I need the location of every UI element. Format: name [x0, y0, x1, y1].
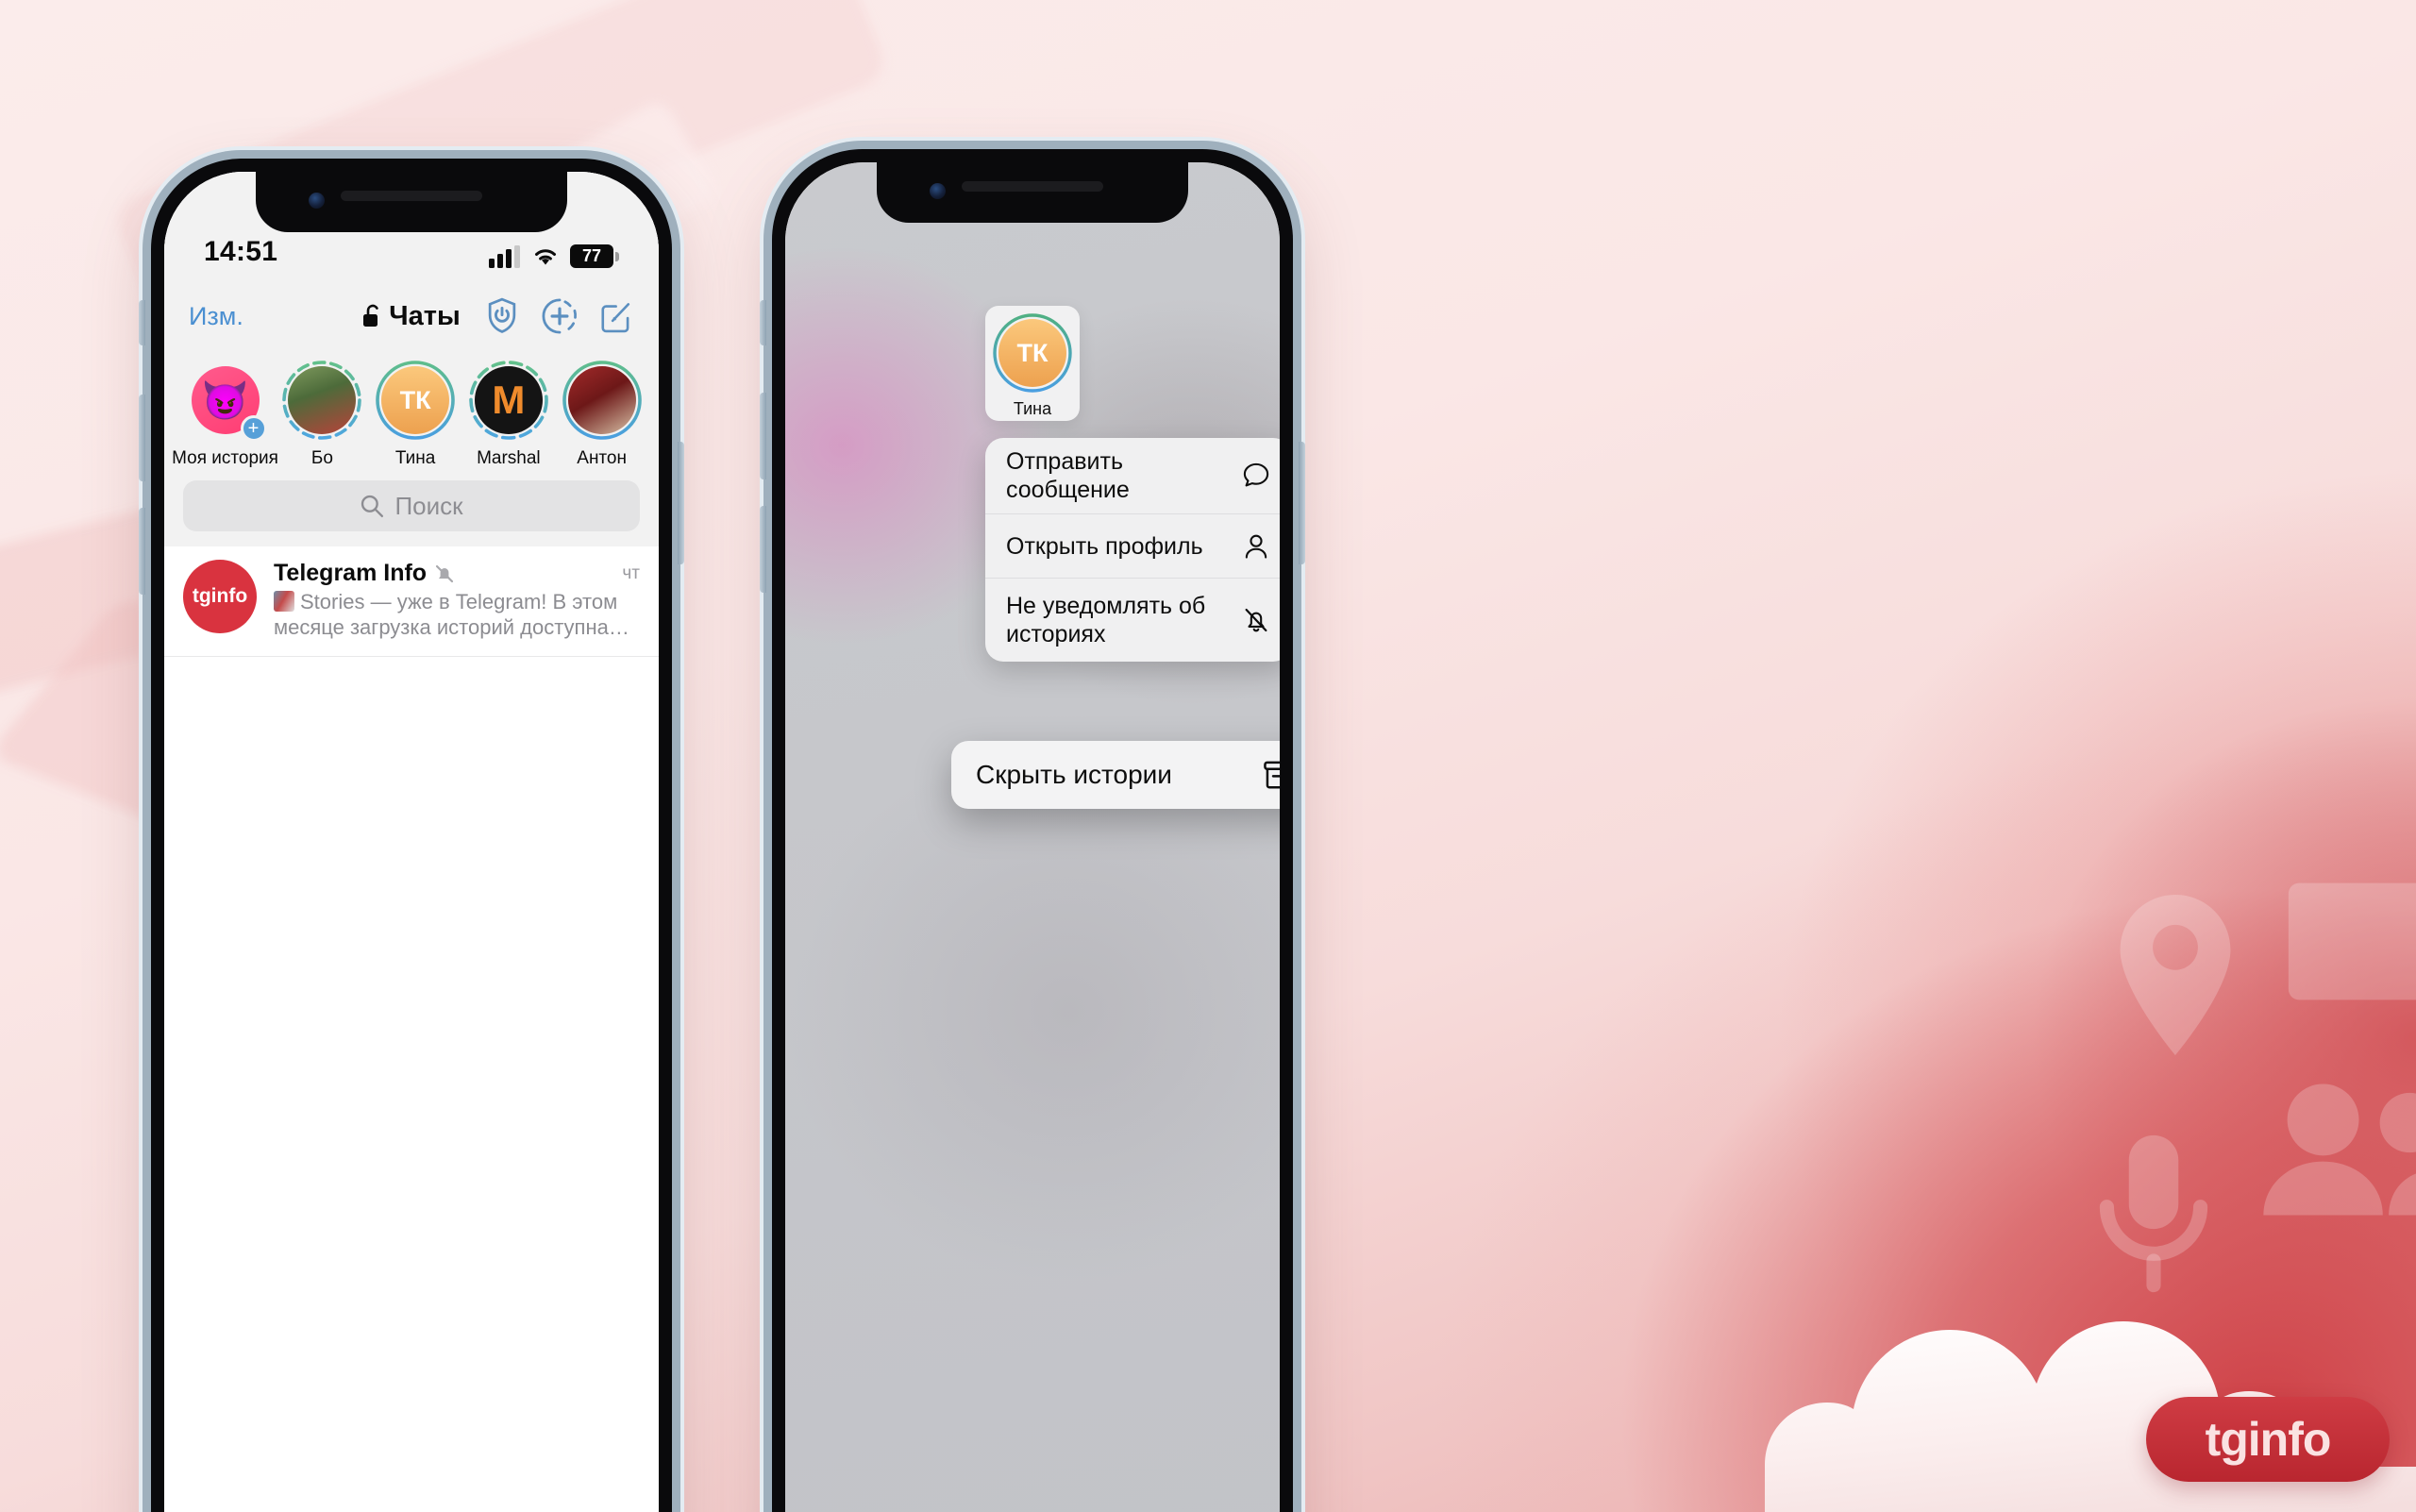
- bell-slash-icon: [1245, 608, 1267, 632]
- front-camera: [309, 193, 325, 209]
- story-item-tina[interactable]: ТК Тина: [372, 361, 460, 469]
- wifi-icon: [535, 248, 556, 264]
- volume-up-button-right[interactable]: [760, 393, 766, 479]
- story-label: Антон: [577, 448, 627, 468]
- story-item-my-story[interactable]: 😈 + Моя история: [172, 361, 278, 469]
- right-phone-screen: ТК Тина Отправить сообщение Открыть проф…: [785, 162, 1280, 1512]
- story-item-anton[interactable]: Антон: [558, 361, 646, 469]
- chat-timestamp: чт: [622, 563, 640, 583]
- story-label: Моя история: [172, 448, 278, 468]
- avatar: tginfo: [183, 560, 257, 633]
- mute-switch[interactable]: [139, 300, 145, 345]
- avatar: [288, 366, 357, 434]
- right-phone-device: ТК Тина Отправить сообщение Открыть проф…: [760, 149, 1305, 1512]
- story-ring: ТК: [992, 312, 1073, 394]
- battery-percent: 77: [581, 246, 602, 265]
- chat-list-item[interactable]: tginfo Telegram Info чт Stories — уже в …: [164, 546, 659, 657]
- battery-icon: 77: [570, 244, 619, 268]
- search-input[interactable]: Поиск: [183, 480, 640, 531]
- story-ring: 😈 +: [186, 361, 267, 442]
- volume-up-button[interactable]: [139, 395, 145, 481]
- notch: [877, 162, 1188, 223]
- context-menu: Отправить сообщение Открыть профиль Не у…: [985, 438, 1280, 662]
- context-menu-item-send-message[interactable]: Отправить сообщение: [985, 438, 1280, 514]
- avatar: M: [474, 366, 543, 434]
- context-menu-item-label: Открыть профиль: [1006, 532, 1203, 560]
- chat-bubble-icon: [1243, 462, 1269, 487]
- compose-icon[interactable]: [600, 299, 634, 333]
- avatar: [567, 366, 636, 434]
- tginfo-logo: tginfo: [2146, 1397, 2390, 1482]
- chat-item-body: Telegram Info чт Stories — уже в Telegra…: [274, 560, 640, 641]
- avatar: ТК: [381, 366, 450, 434]
- front-camera: [930, 183, 946, 199]
- unlocked-padlock-icon: [363, 304, 378, 327]
- left-phone-screen: 14:51 77 Изм. Чаты 😈 + Моя история Бо ТК…: [164, 172, 659, 1512]
- page-title-text: Чаты: [389, 300, 461, 331]
- chat-item-header: Telegram Info чт: [274, 560, 640, 587]
- status-bar-time: 14:51: [204, 236, 278, 267]
- notch: [256, 172, 567, 232]
- volume-down-button[interactable]: [139, 508, 145, 595]
- chat-name: Telegram Info: [274, 560, 428, 586]
- earpiece-speaker: [341, 191, 482, 201]
- context-menu-item-label: Скрыть истории: [976, 760, 1172, 789]
- selected-story-label: Тина: [1013, 399, 1052, 418]
- context-menu-screen: ТК Тина Отправить сообщение Открыть проф…: [785, 162, 1280, 1512]
- story-label: Тина: [394, 448, 436, 468]
- selected-story-card[interactable]: ТК Тина: [985, 306, 1080, 421]
- avatar-text: tginfo: [192, 585, 248, 607]
- preview-thumbnail: [274, 591, 294, 612]
- volume-down-button-right[interactable]: [760, 506, 766, 593]
- power-button[interactable]: [678, 442, 684, 564]
- search-container: Поиск: [164, 479, 659, 546]
- avatar-initials: ТК: [1016, 338, 1049, 367]
- status-bar-indicators: 77: [489, 244, 619, 268]
- add-story-plus-icon[interactable]: +: [240, 415, 267, 442]
- location-pin-icon: [2120, 895, 2231, 1055]
- story-ring: [562, 361, 642, 440]
- story-item-marshal[interactable]: M Marshal: [465, 361, 553, 469]
- add-contact-icon[interactable]: [542, 298, 578, 334]
- story-item-bo[interactable]: Бо: [278, 361, 366, 469]
- context-menu-item-label: Не уведомлять об историях: [1006, 593, 1206, 647]
- search-placeholder: Поиск: [394, 491, 463, 520]
- shield-power-icon[interactable]: [485, 297, 519, 335]
- context-menu-item-label: Отправить сообщение: [1006, 448, 1130, 503]
- cellular-bars-icon: [489, 244, 520, 268]
- navigation-bar: Изм. Чаты: [164, 277, 659, 355]
- left-phone-device: 14:51 77 Изм. Чаты 😈 + Моя история Бо ТК…: [139, 159, 684, 1512]
- earpiece-speaker: [962, 181, 1103, 192]
- chat-preview-text: Stories — уже в Telegram! В этом месяце …: [274, 590, 618, 639]
- story-ring: M: [469, 361, 548, 440]
- context-menu-item-mute-stories[interactable]: Не уведомлять об историях: [985, 579, 1280, 662]
- chat-list: tginfo Telegram Info чт Stories — уже в …: [164, 546, 659, 1512]
- person-icon: [1245, 534, 1267, 559]
- nav-actions: [485, 297, 634, 335]
- mute-switch-right[interactable]: [760, 300, 766, 345]
- story-ring: ТК: [376, 361, 455, 440]
- story-label: Бо: [310, 448, 333, 468]
- story-label: Marshal: [477, 448, 541, 468]
- people-group-icon: [2263, 1084, 2416, 1216]
- muted-bell-icon: [435, 564, 454, 582]
- avatar-initials: ТК: [399, 385, 431, 414]
- tginfo-logo-text: tginfo: [2205, 1413, 2332, 1466]
- telegram-chats-screen: 14:51 77 Изм. Чаты 😈 + Моя история Бо ТК…: [164, 172, 659, 1512]
- stories-row: 😈 + Моя история Бо ТК Тина M Marshal Ант…: [164, 355, 659, 479]
- archive-box-icon: [1264, 761, 1280, 789]
- edit-button[interactable]: Изм.: [189, 302, 243, 331]
- context-menu-item-open-profile[interactable]: Открыть профиль: [985, 514, 1280, 579]
- chat-preview: Stories — уже в Telegram! В этом месяце …: [274, 590, 640, 641]
- avatar: ТК: [998, 319, 1066, 387]
- avatar-initials: M: [492, 378, 526, 422]
- story-ring: [282, 361, 362, 440]
- power-button-right[interactable]: [1299, 442, 1305, 564]
- screenshot-root: 14:51 77 Изм. Чаты 😈 + Моя история Бо ТК…: [0, 0, 2416, 1512]
- context-menu-item-hide-stories[interactable]: Скрыть истории: [951, 741, 1280, 809]
- search-icon: [361, 495, 384, 518]
- photo-icon: [2288, 882, 2416, 1000]
